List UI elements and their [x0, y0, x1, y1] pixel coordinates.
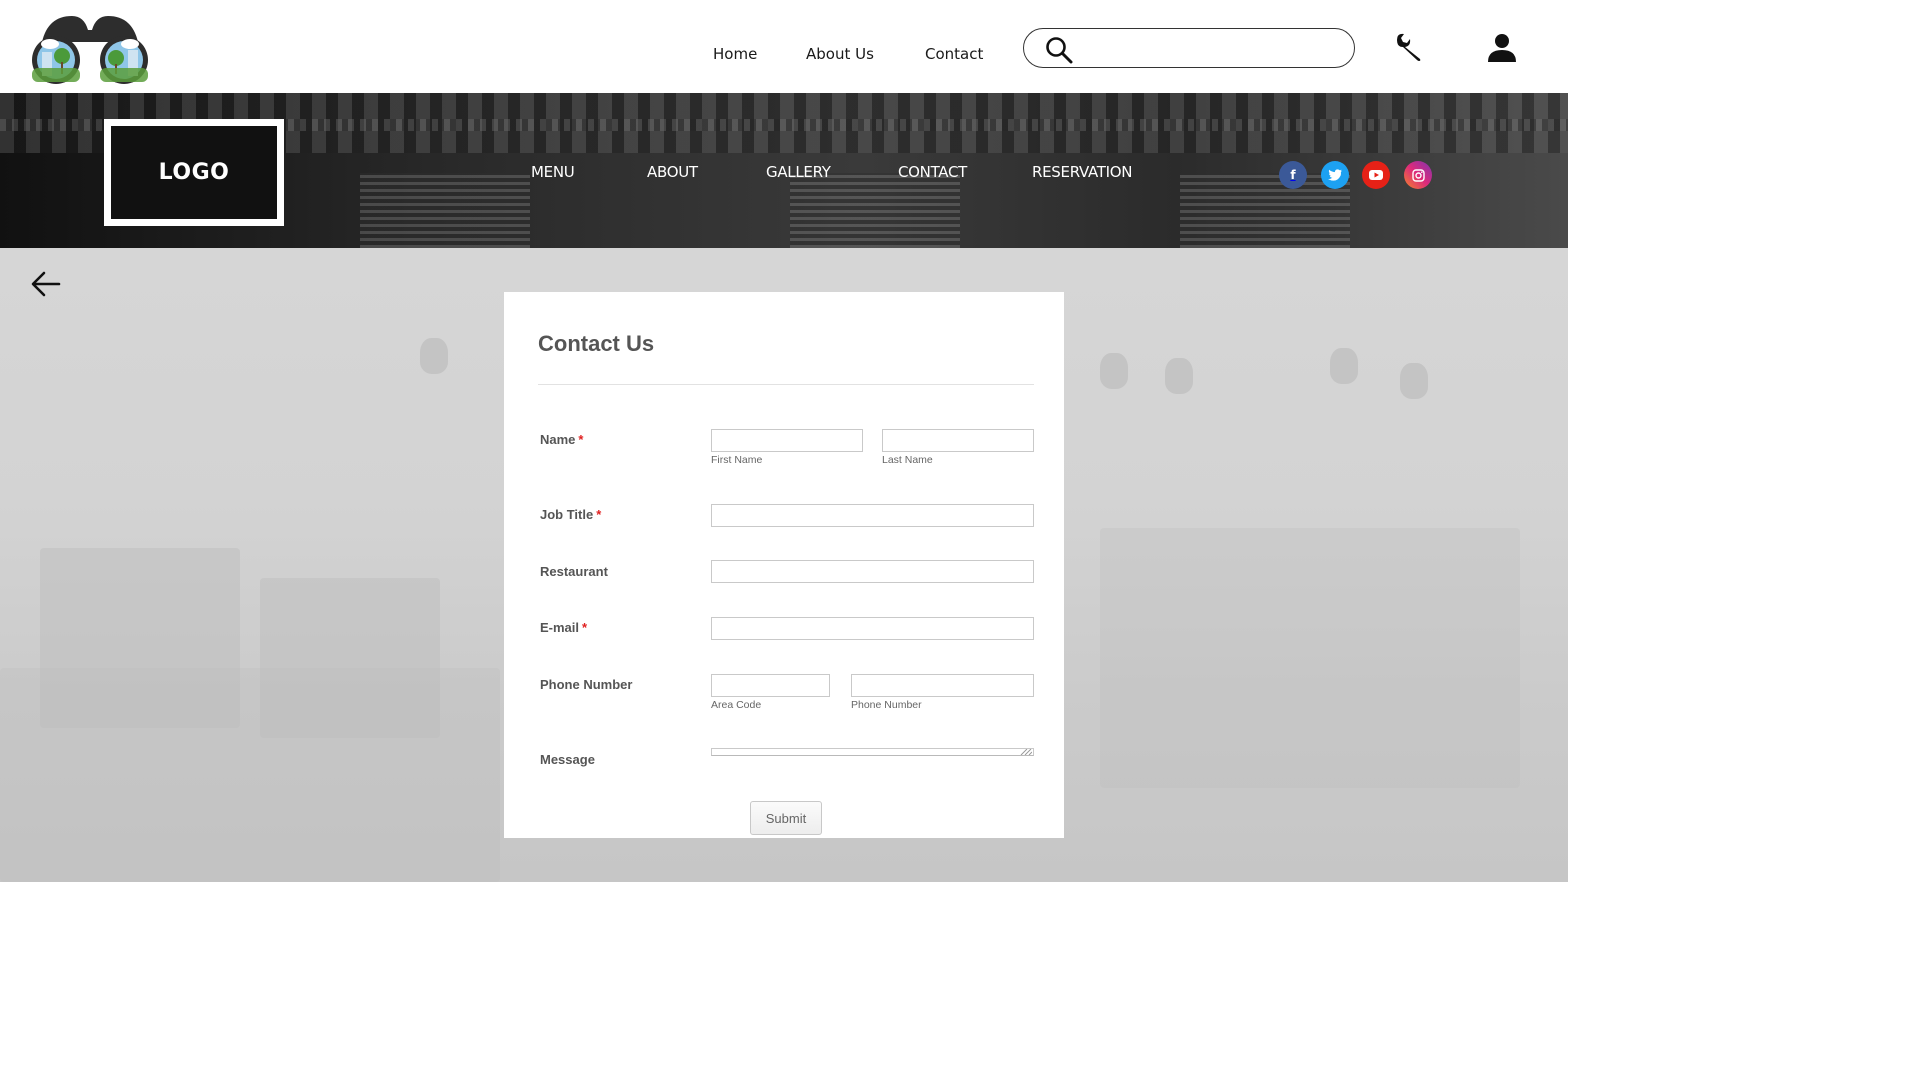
- restaurant-input[interactable]: [711, 560, 1034, 583]
- youtube-icon[interactable]: [1362, 161, 1390, 189]
- search-input[interactable]: [1086, 35, 1346, 61]
- background-shelf: [1100, 528, 1520, 788]
- phone-number-sublabel: Phone Number: [851, 699, 922, 711]
- phone-number-input[interactable]: [851, 674, 1034, 697]
- logo-text: LOGO: [158, 160, 230, 185]
- name-label: Name *: [540, 432, 583, 447]
- nav-contact-link[interactable]: CONTACT: [898, 163, 967, 181]
- nav-reservation-link[interactable]: RESERVATION: [1032, 163, 1133, 181]
- last-name-input[interactable]: [882, 429, 1034, 452]
- name-label-text: Name: [540, 432, 576, 447]
- search-box[interactable]: [1023, 28, 1355, 68]
- job-title-label-text: Job Title: [540, 507, 594, 522]
- title-divider: [538, 384, 1034, 385]
- required-marker: *: [578, 432, 584, 447]
- background-lamp: [1330, 348, 1358, 384]
- area-code-input[interactable]: [711, 674, 830, 697]
- background-lamp: [1400, 363, 1428, 399]
- area-code-sublabel: Area Code: [711, 699, 762, 711]
- instagram-icon[interactable]: [1404, 161, 1432, 189]
- nav-about-link[interactable]: ABOUT: [647, 163, 698, 181]
- background-lamp: [1100, 353, 1128, 389]
- required-marker: *: [582, 620, 588, 635]
- submit-button[interactable]: Submit: [750, 801, 822, 835]
- job-title-label: Job Title *: [540, 507, 601, 522]
- background-lamp: [1165, 358, 1193, 394]
- first-name-sublabel: First Name: [711, 454, 763, 466]
- search-icon[interactable]: [1045, 36, 1073, 64]
- user-account-icon[interactable]: [1486, 32, 1518, 64]
- message-textarea[interactable]: [711, 748, 1034, 756]
- contact-form: Contact Us Name * First Name Last Name Jo…: [504, 292, 1064, 838]
- email-input[interactable]: [711, 617, 1034, 640]
- facebook-icon[interactable]: f: [1279, 161, 1307, 189]
- wrench-icon[interactable]: [1394, 32, 1424, 62]
- resize-grip-icon[interactable]: [1018, 749, 1032, 755]
- message-label: Message: [540, 752, 595, 767]
- hero-background-vent: [360, 173, 530, 248]
- binoculars-logo[interactable]: [28, 12, 152, 86]
- last-name-sublabel: Last Name: [882, 454, 933, 466]
- nav-contact-link[interactable]: Contact: [925, 45, 983, 63]
- form-title: Contact Us: [538, 331, 655, 356]
- twitter-icon[interactable]: [1321, 161, 1349, 189]
- phone-number-label: Phone Number: [540, 677, 633, 692]
- restaurant-label: Restaurant: [540, 564, 608, 579]
- nav-gallery-link[interactable]: GALLERY: [766, 163, 831, 181]
- nav-menu-link[interactable]: MENU: [531, 163, 575, 181]
- hero-banner: LOGO MENU ABOUT GALLERY CONTACT RESERVAT…: [0, 93, 1568, 248]
- email-label: E-mail *: [540, 620, 587, 635]
- nav-about-us-link[interactable]: About Us: [806, 45, 874, 63]
- background-lamp: [420, 338, 448, 374]
- restaurant-logo[interactable]: LOGO: [104, 119, 284, 226]
- required-marker: *: [596, 507, 602, 522]
- nav-home-link[interactable]: Home: [713, 45, 757, 63]
- email-label-text: E-mail: [540, 620, 580, 635]
- back-arrow-icon[interactable]: [30, 270, 62, 298]
- facebook-glyph: f: [1290, 168, 1296, 182]
- first-name-input[interactable]: [711, 429, 863, 452]
- job-title-input[interactable]: [711, 504, 1034, 527]
- top-bar: Home About Us Contact: [0, 0, 1568, 93]
- hero-background-vent: [790, 173, 960, 248]
- background-counter: [0, 668, 500, 882]
